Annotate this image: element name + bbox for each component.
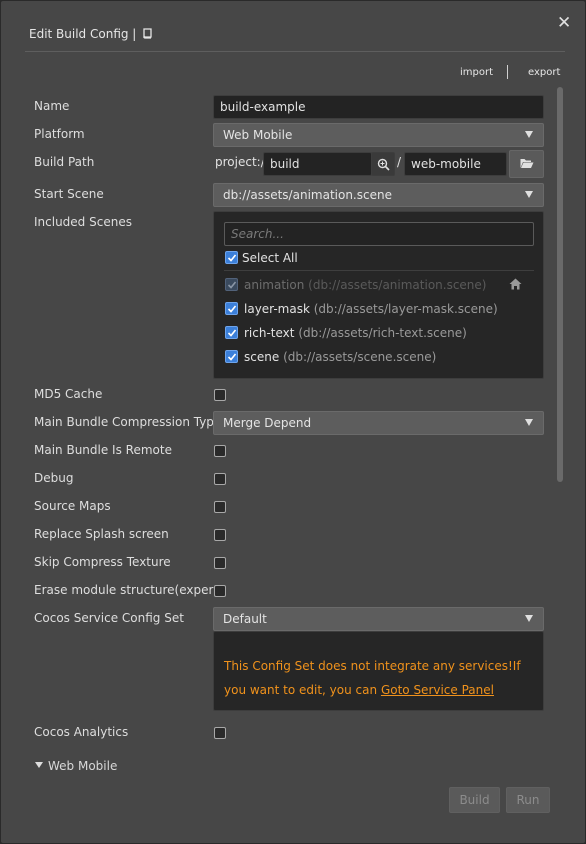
service-config-value: Default bbox=[223, 612, 267, 626]
scene-path: (db://assets/scene.scene) bbox=[283, 350, 437, 364]
debug-label: Debug bbox=[34, 471, 74, 485]
main-bundle-remote-label: Main Bundle Is Remote bbox=[34, 443, 172, 457]
replace-splash-label: Replace Splash screen bbox=[34, 527, 169, 541]
build-button[interactable]: Build bbox=[449, 787, 500, 813]
skip-compress-texture-checkbox[interactable] bbox=[214, 557, 226, 569]
open-folder-button[interactable] bbox=[509, 150, 544, 178]
cocos-analytics-checkbox[interactable] bbox=[214, 727, 226, 739]
chevron-down-icon bbox=[525, 131, 533, 138]
source-maps-checkbox[interactable] bbox=[214, 501, 226, 513]
scene-search-input[interactable]: Search... bbox=[224, 222, 534, 246]
md5-cache-checkbox[interactable] bbox=[214, 389, 226, 401]
skip-compress-texture-label: Skip Compress Texture bbox=[34, 555, 171, 569]
title-divider bbox=[25, 51, 565, 52]
replace-splash-checkbox[interactable] bbox=[214, 529, 226, 541]
chevron-down-icon bbox=[525, 191, 533, 198]
caret-down-icon bbox=[35, 762, 43, 768]
scene-item[interactable]: rich-text (db://assets/rich-text.scene) bbox=[244, 326, 467, 340]
compression-type-select[interactable]: Merge Depend bbox=[213, 411, 544, 435]
erase-module-label: Erase module structure(exper… bbox=[34, 583, 226, 597]
name-label: Name bbox=[34, 99, 70, 113]
build-path-separator: / bbox=[397, 155, 402, 169]
name-input[interactable]: build-example bbox=[213, 95, 544, 119]
debug-checkbox[interactable] bbox=[214, 473, 226, 485]
platform-label: Platform bbox=[34, 127, 85, 141]
scene-path: (db://assets/layer-mask.scene) bbox=[313, 302, 498, 316]
window-title-text: Edit Build Config | bbox=[29, 27, 137, 41]
scene-name: rich-text bbox=[244, 326, 295, 340]
start-scene-label: Start Scene bbox=[34, 187, 104, 201]
scene-path: (db://assets/rich-text.scene) bbox=[298, 326, 467, 340]
build-config-panel: Edit Build Config | ✕ import export Name… bbox=[0, 0, 586, 844]
home-icon bbox=[509, 278, 522, 290]
service-notice: This Config Set does not integrate any s… bbox=[213, 631, 544, 711]
goto-service-panel-link[interactable]: Goto Service Panel bbox=[381, 683, 494, 697]
book-icon[interactable] bbox=[142, 28, 153, 42]
scene-name: layer-mask bbox=[244, 302, 310, 316]
select-all-divider bbox=[224, 270, 534, 271]
erase-module-checkbox[interactable] bbox=[214, 585, 226, 597]
import-export-divider bbox=[507, 65, 508, 79]
scene-item: animation (db://assets/animation.scene) bbox=[244, 278, 486, 292]
build-path-prefix: project:// bbox=[215, 155, 269, 169]
run-button[interactable]: Run bbox=[506, 787, 550, 813]
scene-checkbox[interactable] bbox=[225, 326, 238, 339]
start-scene-value: db://assets/animation.scene bbox=[223, 188, 392, 202]
platform-value: Web Mobile bbox=[223, 128, 293, 142]
cocos-analytics-label: Cocos Analytics bbox=[34, 725, 129, 739]
included-scenes-label: Included Scenes bbox=[34, 215, 132, 229]
export-link[interactable]: export bbox=[528, 67, 560, 78]
scene-item[interactable]: layer-mask (db://assets/layer-mask.scene… bbox=[244, 302, 498, 316]
scene-checkbox[interactable] bbox=[225, 302, 238, 315]
folder-open-icon bbox=[520, 159, 534, 168]
service-config-label: Cocos Service Config Set bbox=[34, 611, 184, 625]
build-path-suffix-input[interactable]: web-mobile bbox=[404, 152, 507, 176]
service-config-select[interactable]: Default bbox=[213, 607, 544, 631]
close-icon[interactable]: ✕ bbox=[557, 13, 571, 33]
scene-checkbox[interactable] bbox=[225, 350, 238, 363]
scene-item[interactable]: scene (db://assets/scene.scene) bbox=[244, 350, 436, 364]
scene-name: animation bbox=[244, 278, 305, 292]
chevron-down-icon bbox=[525, 419, 533, 426]
main-bundle-remote-checkbox[interactable] bbox=[214, 445, 226, 457]
build-path-label: Build Path bbox=[34, 155, 95, 169]
scene-search-placeholder: Search... bbox=[231, 227, 284, 241]
scene-checkbox bbox=[225, 278, 238, 291]
zoom-icon bbox=[377, 158, 390, 171]
select-all-checkbox[interactable] bbox=[225, 251, 238, 264]
web-mobile-section-label: Web Mobile bbox=[48, 759, 118, 773]
web-mobile-section-toggle[interactable]: Web Mobile bbox=[35, 759, 117, 773]
scene-path: (db://assets/animation.scene) bbox=[308, 278, 487, 292]
md5-cache-label: MD5 Cache bbox=[34, 387, 103, 401]
source-maps-label: Source Maps bbox=[34, 499, 111, 513]
search-path-button[interactable] bbox=[371, 152, 395, 176]
included-scenes-list: Search... Select All animation (db://ass… bbox=[213, 211, 544, 379]
scene-name: scene bbox=[244, 350, 280, 364]
build-path-input[interactable]: build bbox=[263, 152, 372, 176]
window-title: Edit Build Config | bbox=[29, 27, 153, 42]
service-notice-text: This Config Set does not integrate any s… bbox=[224, 654, 534, 702]
compression-type-label: Main Bundle Compression Type bbox=[34, 415, 222, 429]
platform-select[interactable]: Web Mobile bbox=[213, 123, 544, 147]
scrollbar[interactable] bbox=[557, 87, 563, 482]
chevron-down-icon bbox=[525, 615, 533, 622]
compression-type-value: Merge Depend bbox=[223, 416, 312, 430]
import-link[interactable]: import bbox=[460, 67, 493, 78]
start-scene-select[interactable]: db://assets/animation.scene bbox=[213, 183, 544, 207]
select-all-label: Select All bbox=[242, 251, 298, 265]
